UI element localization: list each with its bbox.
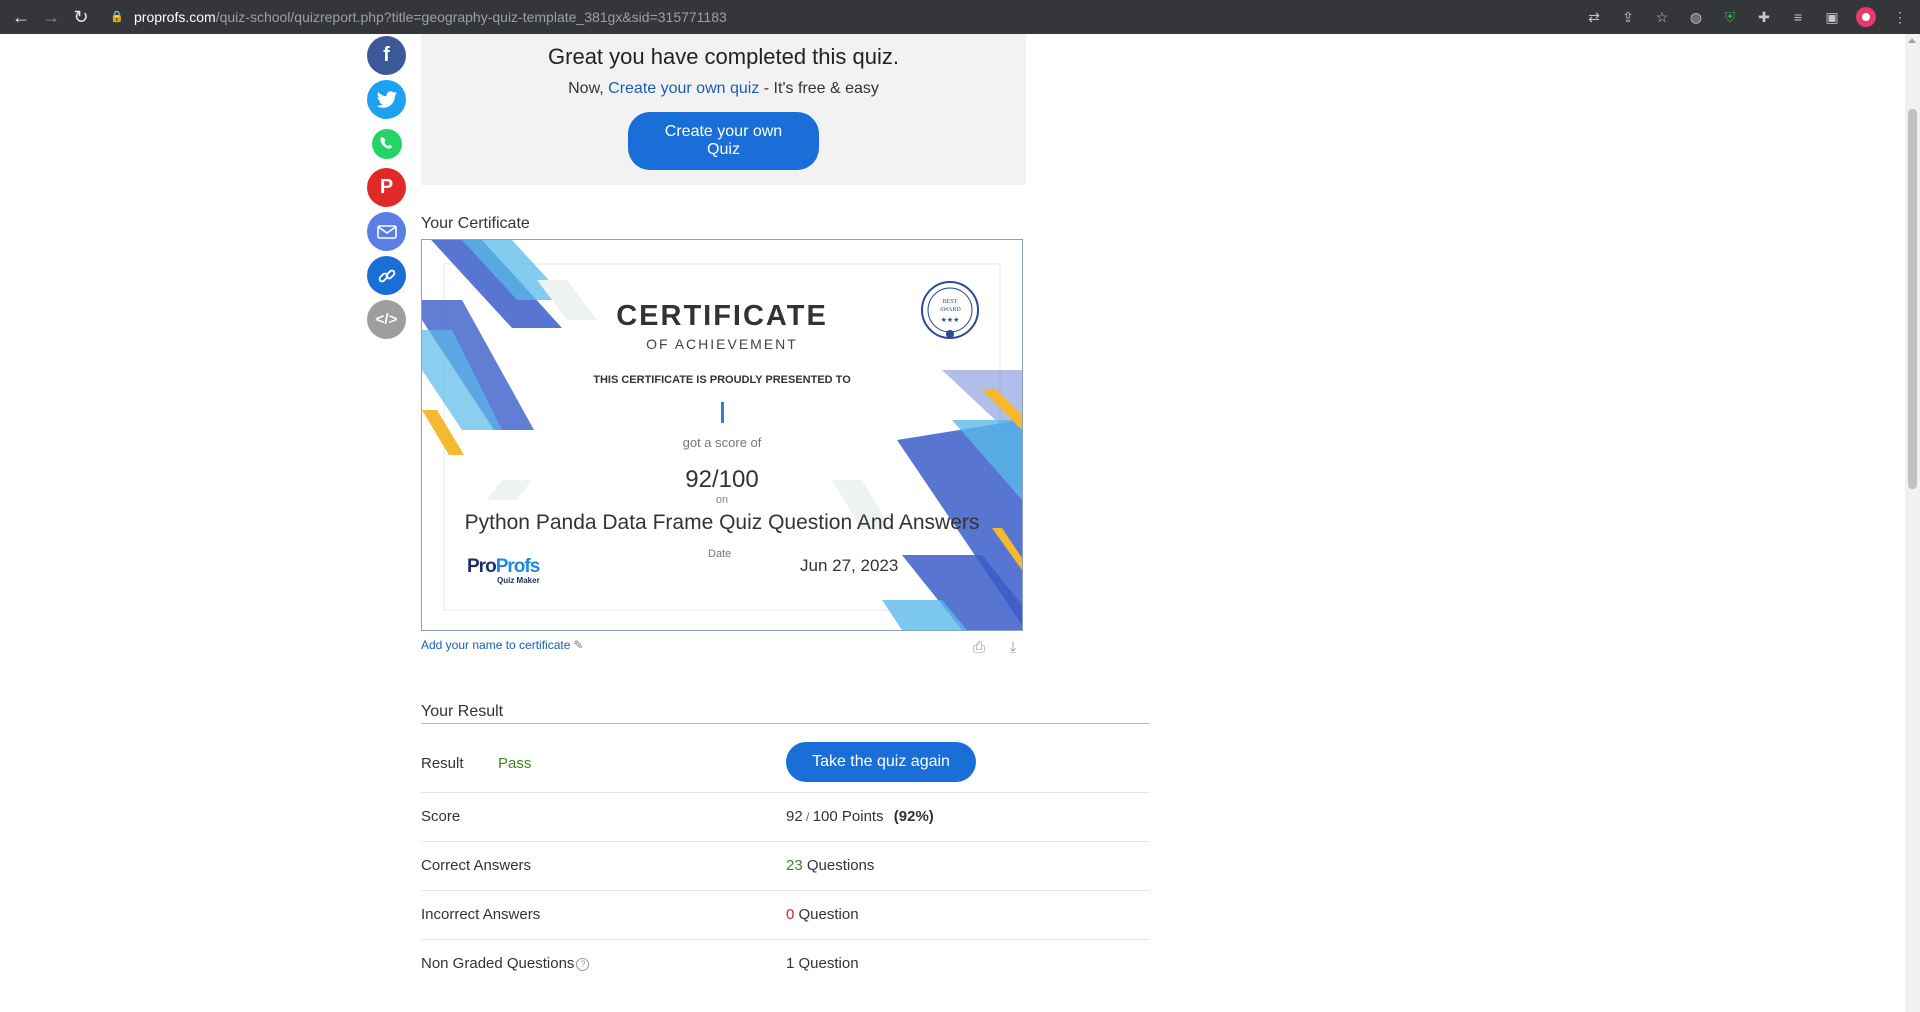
menu-kebab-icon[interactable]: ⋮ <box>1890 7 1910 27</box>
nongraded-label: Non Graded Questions? <box>421 955 590 972</box>
score-total: 100 Points <box>812 808 884 825</box>
incorrect-unit: Question <box>794 906 859 923</box>
page-content: f P </> Great you have completed this qu… <box>0 34 1905 1012</box>
address-bar[interactable]: 🔒 proprofs.com/quiz-school/quizreport.ph… <box>110 3 1810 30</box>
url-host: proprofs.com <box>134 8 216 25</box>
translate-icon[interactable]: ⇄ <box>1584 7 1604 27</box>
certificate-on-text: on <box>715 494 729 506</box>
vertical-scrollbar[interactable] <box>1905 34 1920 1012</box>
completion-subtext: Now, Create your own quiz - It's free & … <box>421 80 1026 98</box>
proprofs-logo: ProProfs Quiz Maker <box>467 556 540 585</box>
incorrect-value: 0 Question <box>786 906 859 923</box>
share-column: f P </> <box>367 36 407 344</box>
scroll-up-arrow-icon[interactable] <box>1908 38 1916 43</box>
certificate-actions: Add your name to certificate ✎ ⎙ ⤓ <box>421 638 1023 658</box>
correct-count: 23 <box>786 857 803 874</box>
globe-icon[interactable]: ◍ <box>1686 7 1706 27</box>
print-icon[interactable]: ⎙ <box>969 638 989 656</box>
scrollbar-thumb[interactable] <box>1908 109 1917 489</box>
score-value: 92 / 100 Points (92%) <box>786 808 934 825</box>
twitter-icon[interactable] <box>367 80 406 119</box>
non-graded-row: Non Graded Questions? 1 Question <box>421 940 1150 989</box>
url-path: /quiz-school/quizreport.php?title=geogra… <box>215 8 727 25</box>
certificate-image: BEST AWARD ★★★ CERTIFICATE OF ACHIEVEMEN… <box>421 239 1023 631</box>
email-icon[interactable] <box>367 212 406 251</box>
pinterest-icon[interactable]: P <box>367 168 406 207</box>
correct-answers-row: Correct Answers 23 Questions <box>421 842 1150 891</box>
result-label: Result <box>421 755 464 772</box>
certificate-title: CERTIFICATE <box>616 300 828 332</box>
incorrect-label: Incorrect Answers <box>421 906 541 923</box>
subtext-suffix: - It's free & easy <box>759 80 879 97</box>
help-icon[interactable]: ? <box>576 957 590 971</box>
lock-icon: 🔒 <box>110 11 124 23</box>
create-quiz-button[interactable]: Create your own Quiz <box>628 112 819 170</box>
pencil-icon: ✎ <box>573 638 584 652</box>
logo-subtext: Quiz Maker <box>497 576 540 585</box>
name-cursor <box>721 402 724 423</box>
certificate-date-label: Date <box>708 548 732 560</box>
score-percent: (92%) <box>893 808 934 825</box>
reload-icon[interactable]: ↻ <box>66 2 96 32</box>
forward-arrow-icon[interactable]: → <box>36 2 66 32</box>
facebook-icon[interactable]: f <box>367 36 406 75</box>
embed-icon[interactable]: </> <box>367 300 406 339</box>
result-heading: Your Result <box>421 703 1150 724</box>
link-icon[interactable] <box>367 256 406 295</box>
score-label: Score <box>421 808 461 825</box>
certificate-date: Jun 27, 2023 <box>800 556 899 575</box>
completion-banner: Great you have completed this quiz. Now,… <box>421 34 1026 185</box>
score-row: Score 92 / 100 Points (92%) <box>421 793 1150 842</box>
certificate-score: 92/100 <box>685 466 759 493</box>
certificate-score-intro: got a score of <box>682 435 762 450</box>
shield-extension-icon[interactable]: ⛨ <box>1720 7 1740 27</box>
nongraded-value: 1 Question <box>786 955 859 972</box>
correct-value: 23 Questions <box>786 857 874 874</box>
share-icon[interactable]: ⇪ <box>1618 7 1638 27</box>
back-arrow-icon[interactable]: ← <box>6 2 36 32</box>
add-name-label: Add your name to certificate <box>421 638 571 652</box>
create-quiz-link[interactable]: Create your own quiz <box>608 80 759 97</box>
browser-toolbar: ← → ↻ 🔒 proprofs.com/quiz-school/quizrep… <box>0 0 1920 34</box>
certificate-label: Your Certificate <box>421 215 530 232</box>
extensions-puzzle-icon[interactable]: ✚ <box>1754 7 1774 27</box>
certificate-subtitle: OF ACHIEVEMENT <box>646 336 798 352</box>
incorrect-answers-row: Incorrect Answers 0 Question <box>421 891 1150 940</box>
correct-label: Correct Answers <box>421 857 532 874</box>
reading-list-icon[interactable]: ≡ <box>1788 7 1808 27</box>
retake-quiz-button[interactable]: Take the quiz again <box>786 742 976 782</box>
logo-pro: Pro <box>467 556 497 577</box>
download-icon[interactable]: ⤓ <box>1003 638 1023 656</box>
result-value: Pass <box>498 755 532 772</box>
subtext-prefix: Now, <box>568 80 609 97</box>
score-separator: / <box>802 810 813 824</box>
completion-heading: Great you have completed this quiz. <box>548 44 899 69</box>
score-points: 92 <box>786 808 803 825</box>
correct-unit: Questions <box>802 857 875 874</box>
result-row: Result Pass Take the quiz again <box>421 734 1150 793</box>
logo-profs: Profs <box>495 556 541 577</box>
side-panel-icon[interactable]: ▣ <box>1822 7 1842 27</box>
add-name-link[interactable]: Add your name to certificate ✎ <box>421 638 1023 652</box>
profile-avatar[interactable] <box>1856 7 1876 27</box>
whatsapp-icon[interactable] <box>367 124 406 163</box>
bookmark-star-icon[interactable]: ☆ <box>1652 7 1672 27</box>
nongraded-label-text: Non Graded Questions <box>421 955 575 972</box>
certificate-presented-text: THIS CERTIFICATE IS PROUDLY PRESENTED TO <box>593 374 851 386</box>
certificate-quiz-name: Python Panda Data Frame Quiz Question An… <box>464 511 980 534</box>
